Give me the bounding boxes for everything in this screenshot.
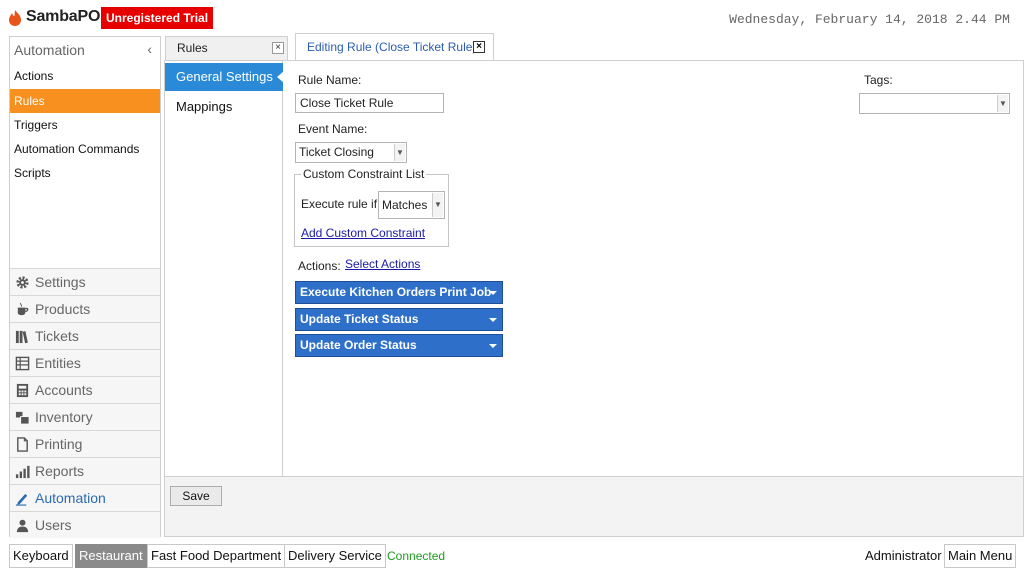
tab-label: Editing Rule (Close Ticket Rule) [307,40,477,54]
books-icon [15,330,28,344]
action-label: Update Ticket Status [300,312,419,326]
action-item[interactable]: Update Order Status [295,334,503,357]
restaurant-button[interactable]: Restaurant [75,544,147,568]
left-nav-panel: Automation ‹ Actions Rules Triggers Auto… [9,36,161,538]
module-label: Users [35,517,72,533]
module-accounts[interactable]: Accounts [10,376,160,403]
collapse-chevron-icon[interactable]: ‹ [147,37,152,61]
close-icon[interactable]: × [473,41,485,53]
rule-name-label: Rule Name: [298,73,362,87]
tags-label: Tags: [864,73,893,87]
boxes-icon [15,411,30,425]
module-users[interactable]: Users [10,511,160,538]
module-tickets[interactable]: Tickets [10,322,160,349]
module-automation[interactable]: Automation [10,484,160,511]
module-label: Products [35,301,91,317]
chevron-down-icon: ▼ [432,193,443,217]
sidebar-item-triggers[interactable]: Triggers [10,113,160,137]
select-actions-link[interactable]: Select Actions [345,257,420,271]
module-label: Entities [35,355,81,371]
caret-down-icon [489,291,497,295]
module-settings[interactable]: Settings [10,268,160,295]
execute-rule-value: Matches [382,198,428,212]
save-button[interactable]: Save [170,486,222,506]
module-inventory[interactable]: Inventory [10,403,160,430]
settings-nav: General Settings Mappings [165,61,284,476]
module-label: Printing [35,436,83,452]
close-icon[interactable]: × [272,42,284,54]
delivery-service-button[interactable]: Delivery Service [284,544,386,568]
module-products[interactable]: Products [10,295,160,322]
action-item[interactable]: Update Ticket Status [295,308,503,331]
flame-icon [9,10,21,26]
settings-nav-label: General Settings [176,69,273,84]
user-icon [16,519,29,533]
module-reports[interactable]: Reports [10,457,160,484]
chevron-down-icon: ▼ [997,95,1008,112]
tab-label: Rules [177,41,208,55]
pencil-icon [15,493,28,506]
module-entities[interactable]: Entities [10,349,160,376]
module-label: Tickets [35,328,79,344]
module-label: Accounts [35,382,93,398]
logged-in-user: Administrator [865,548,942,563]
bar-chart-icon [15,465,30,479]
trial-badge: Unregistered Trial [101,7,214,29]
editor-footer: Save [165,476,1023,536]
caret-down-icon [489,318,497,322]
action-label: Execute Kitchen Orders Print Job [300,285,492,299]
app-name: SambaPOS [26,8,111,25]
coffee-cup-icon [17,302,29,316]
execute-rule-label: Execute rule if [301,197,378,211]
custom-constraint-group: Custom Constraint List Execute rule if M… [294,167,449,247]
sidebar-item-automation-commands[interactable]: Automation Commands [10,137,160,161]
editor-panel: General Settings Mappings Save [164,60,1024,537]
fast-food-department-button[interactable]: Fast Food Department [147,544,286,568]
module-label: Automation [35,490,106,506]
main-menu-button[interactable]: Main Menu [944,544,1017,568]
event-name-select[interactable]: Ticket Closing ▼ [295,142,407,163]
connection-status: Connected [387,549,446,563]
sidebar-item-actions[interactable]: Actions [10,64,160,88]
event-name-label: Event Name: [298,122,368,136]
settings-nav-general[interactable]: General Settings [165,63,284,91]
selection-arrow-icon [277,71,284,83]
sidebar-item-scripts[interactable]: Scripts [10,161,160,185]
caret-down-icon [489,344,497,348]
module-printing[interactable]: Printing [10,430,160,457]
keyboard-button[interactable]: Keyboard [9,544,73,568]
sidebar-item-rules[interactable]: Rules [10,89,160,113]
actions-label: Actions: [298,259,341,273]
module-label: Settings [35,274,86,290]
nav-section-title: Automation [14,42,85,58]
constraint-group-legend: Custom Constraint List [301,167,427,181]
rule-name-input[interactable]: Close Ticket Rule [295,93,444,113]
execute-rule-select[interactable]: Matches ▼ [378,191,445,219]
tab-editing-rule[interactable]: Editing Rule (Close Ticket Rule) × [295,33,494,61]
chevron-down-icon: ▼ [394,144,405,161]
action-label: Update Order Status [300,338,417,352]
table-icon [15,356,30,371]
tab-rules[interactable]: Rules × [165,36,288,60]
add-custom-constraint-link[interactable]: Add Custom Constraint [301,226,425,240]
module-label: Inventory [35,409,93,425]
calculator-icon [16,383,29,398]
module-label: Reports [35,463,85,479]
settings-nav-mappings[interactable]: Mappings [165,93,283,121]
gear-icon [16,276,29,289]
document-icon [17,437,28,452]
action-item[interactable]: Execute Kitchen Orders Print Job [295,281,503,304]
tags-select[interactable]: ▼ [859,93,1010,114]
event-name-value: Ticket Closing [299,145,374,159]
datetime-display: Wednesday, February 14, 2018 2.44 PM [729,12,1010,27]
